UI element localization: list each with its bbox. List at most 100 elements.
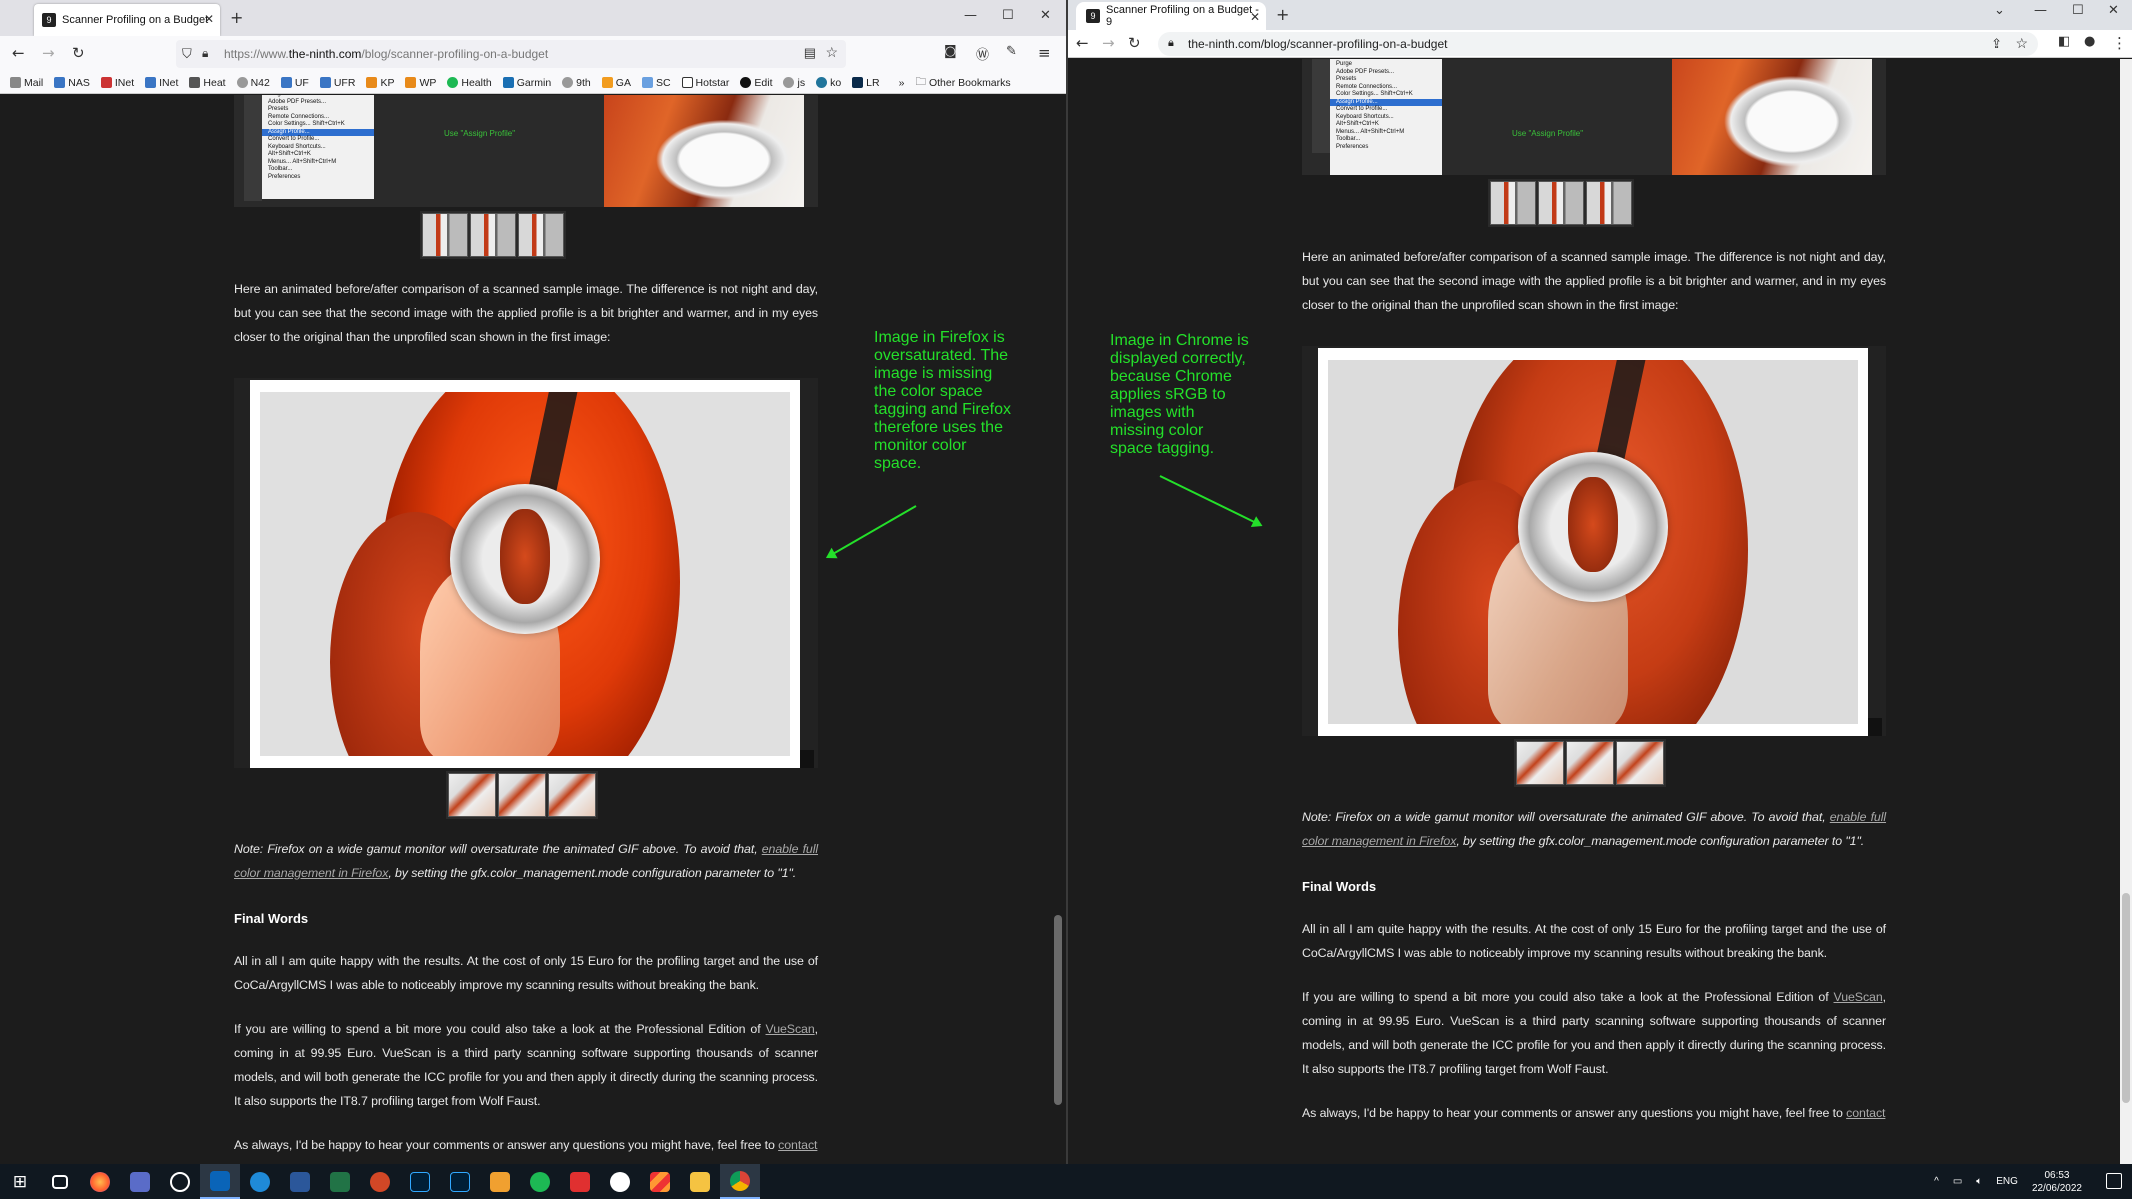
- bookmark-star-icon[interactable]: ☆: [825, 44, 838, 61]
- menu-icon[interactable]: ≡: [1038, 44, 1051, 62]
- scrollbar-thumb[interactable]: [2122, 893, 2130, 1103]
- thumbnail[interactable]: [498, 773, 546, 817]
- shield-icon[interactable]: ⛉: [182, 46, 192, 62]
- vuescan-link[interactable]: VueScan: [766, 1022, 815, 1036]
- firefox-icon[interactable]: [80, 1164, 120, 1199]
- photoshop-icon[interactable]: [440, 1164, 480, 1199]
- thumbnail[interactable]: [1516, 741, 1564, 785]
- contact-link[interactable]: contact: [1846, 1106, 1885, 1120]
- thumbnail[interactable]: [470, 213, 516, 257]
- app-stripe-icon[interactable]: [640, 1164, 680, 1199]
- scrollbar-thumb[interactable]: [1054, 915, 1062, 1105]
- network-icon[interactable]: ▭: [1953, 1176, 1962, 1187]
- thumbnail[interactable]: [1616, 741, 1664, 785]
- maximize-icon[interactable]: ☐: [2072, 3, 2084, 18]
- reload-icon[interactable]: ↻: [1128, 34, 1141, 52]
- volume-icon[interactable]: 🔈︎: [1976, 1176, 1982, 1187]
- bookmark-item[interactable]: SC: [641, 77, 671, 89]
- notification-icon[interactable]: [2106, 1173, 2122, 1189]
- bookmark-item[interactable]: KP: [366, 77, 394, 89]
- minimize-icon[interactable]: —: [964, 8, 977, 23]
- app-icon[interactable]: [480, 1164, 520, 1199]
- extension-icon[interactable]: ✎: [1006, 44, 1017, 59]
- lightroom-icon[interactable]: [400, 1164, 440, 1199]
- profile-icon[interactable]: ●: [2084, 34, 2095, 49]
- omnibox[interactable]: 🔒︎ the-ninth.com/blog/scanner-profiling-…: [1158, 32, 2038, 56]
- clock[interactable]: 06:53 22/06/2022: [2032, 1169, 2082, 1195]
- other-bookmarks-folder[interactable]: 🗀 Other Bookmarks: [915, 74, 1010, 92]
- chat-icon[interactable]: [240, 1164, 280, 1199]
- bookmark-item[interactable]: 9th: [562, 77, 591, 89]
- chrome-scrollbar[interactable]: [2120, 59, 2132, 1164]
- bookmark-item[interactable]: INet: [145, 77, 178, 89]
- task-view-icon[interactable]: [40, 1164, 80, 1199]
- lock-icon[interactable]: 🔒︎: [202, 46, 208, 61]
- bookmark-item[interactable]: Heat: [189, 77, 226, 89]
- excel-icon[interactable]: [320, 1164, 360, 1199]
- sidepanel-icon[interactable]: ◧: [2058, 34, 2070, 49]
- new-tab-icon[interactable]: +: [230, 8, 243, 27]
- bookmark-item[interactable]: LR: [852, 77, 880, 89]
- forward-icon[interactable]: →: [1102, 34, 1115, 52]
- gif-control[interactable]: [1868, 718, 1882, 736]
- close-window-icon[interactable]: ✕: [1040, 8, 1051, 23]
- tray-chevron-icon[interactable]: ^: [1934, 1176, 1939, 1187]
- firefox-tab[interactable]: 9 Scanner Profiling on a Budget ✕: [34, 4, 220, 36]
- contact-link[interactable]: contact: [778, 1138, 817, 1152]
- bookmark-item[interactable]: N42: [236, 77, 270, 89]
- thumbnail[interactable]: [518, 213, 564, 257]
- tool-icon[interactable]: [560, 1164, 600, 1199]
- thumbnail[interactable]: [1566, 741, 1614, 785]
- firefox-scrollbar[interactable]: [1052, 95, 1064, 1164]
- maximize-icon[interactable]: ☐: [1002, 8, 1014, 23]
- thumbnail[interactable]: [448, 773, 496, 817]
- reader-view-icon[interactable]: ▤: [804, 45, 816, 61]
- bookmark-item[interactable]: INet: [100, 77, 134, 89]
- close-window-icon[interactable]: ✕: [2108, 3, 2119, 18]
- bookmark-item[interactable]: UFR: [319, 77, 355, 89]
- spotify-icon[interactable]: [520, 1164, 560, 1199]
- bookmark-item[interactable]: Health: [447, 77, 492, 89]
- pocket-icon[interactable]: ◙: [944, 44, 957, 59]
- bookmark-item[interactable]: GA: [601, 77, 631, 89]
- keepass-icon[interactable]: [160, 1164, 200, 1199]
- gif-control[interactable]: [800, 750, 814, 768]
- outlook-icon[interactable]: [200, 1164, 240, 1199]
- bookmarks-overflow-icon[interactable]: »: [899, 77, 905, 89]
- word-icon[interactable]: [280, 1164, 320, 1199]
- minimize-icon[interactable]: —: [2034, 3, 2047, 18]
- reload-icon[interactable]: ↻: [72, 44, 85, 62]
- url-bar[interactable]: ⛉ 🔒︎ https://www. the-ninth.com/blog/scan…: [176, 40, 846, 68]
- close-tab-icon[interactable]: ✕: [1250, 10, 1260, 24]
- chrome-tab[interactable]: 9 Scanner Profiling on a Budget - 9 ✕: [1076, 2, 1266, 30]
- bookmark-item[interactable]: ko: [816, 77, 841, 89]
- close-tab-icon[interactable]: ✕: [204, 12, 214, 26]
- lock-icon[interactable]: 🔒︎: [1168, 37, 1174, 50]
- share-icon[interactable]: ⇪: [1991, 36, 2002, 52]
- bookmark-item[interactable]: Garmin: [502, 77, 551, 89]
- language-indicator[interactable]: ENG: [1996, 1176, 2018, 1187]
- bookmark-item[interactable]: WP: [405, 77, 436, 89]
- bookmark-star-icon[interactable]: ☆: [2015, 35, 2028, 52]
- storage-icon[interactable]: [120, 1164, 160, 1199]
- account-icon[interactable]: Ⓦ: [976, 44, 989, 63]
- bookmark-item[interactable]: UF: [280, 77, 309, 89]
- thumbnail[interactable]: [1586, 181, 1632, 225]
- forward-icon[interactable]: →: [42, 44, 55, 62]
- menu-icon[interactable]: ⋮: [2112, 34, 2127, 52]
- windows-start-icon[interactable]: ⊞: [0, 1164, 40, 1199]
- vuescan-link[interactable]: VueScan: [1834, 990, 1883, 1004]
- back-icon[interactable]: ←: [12, 44, 25, 62]
- thumbnail[interactable]: [422, 213, 468, 257]
- thumbnail[interactable]: [1538, 181, 1584, 225]
- bookmark-item[interactable]: js: [783, 77, 805, 89]
- bookmark-item[interactable]: NAS: [54, 77, 90, 89]
- bookmark-item[interactable]: Edit: [740, 77, 772, 89]
- chrome-icon[interactable]: [720, 1164, 760, 1199]
- bookmark-item[interactable]: Mail: [10, 77, 43, 89]
- itunes-icon[interactable]: [600, 1164, 640, 1199]
- bookmark-item[interactable]: Hotstar: [681, 77, 729, 89]
- thumbnail[interactable]: [1490, 181, 1536, 225]
- back-icon[interactable]: ←: [1076, 34, 1089, 52]
- powerpoint-icon[interactable]: [360, 1164, 400, 1199]
